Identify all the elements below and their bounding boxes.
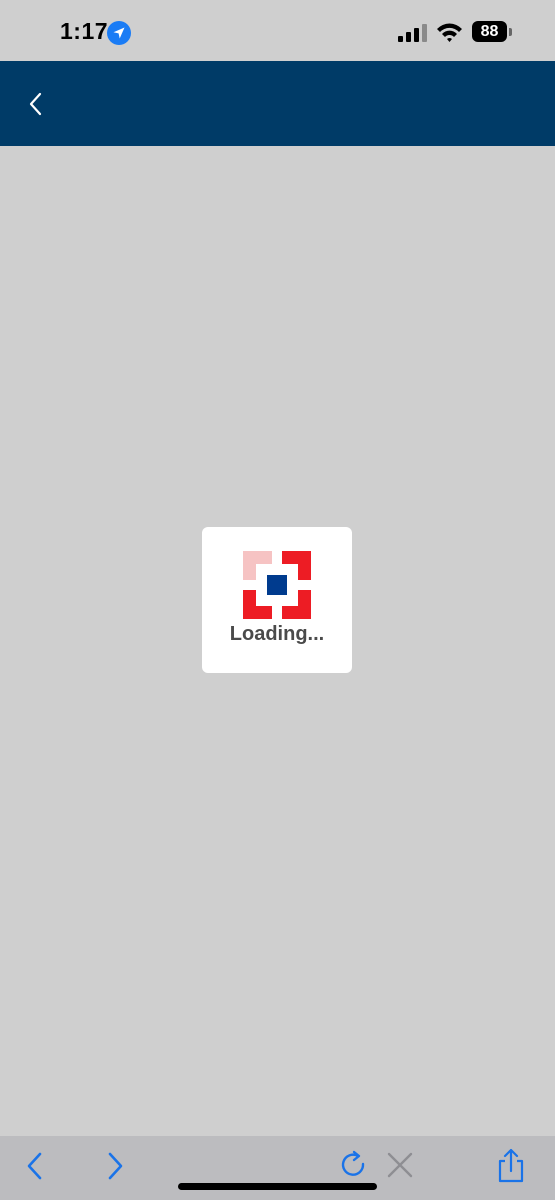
- status-time: 1:17: [60, 18, 109, 44]
- app-header: [0, 61, 555, 146]
- chevron-left-icon[interactable]: [24, 89, 48, 119]
- location-arrow-icon: [107, 21, 131, 45]
- cellular-signal-icon: [398, 24, 427, 42]
- share-icon: [498, 1148, 524, 1183]
- forward-button[interactable]: [96, 1148, 136, 1184]
- share-button[interactable]: [491, 1148, 531, 1184]
- browser-toolbar: [0, 1136, 555, 1200]
- battery-cap: [509, 28, 512, 36]
- battery-level: 88: [472, 21, 507, 42]
- bank-logo-icon: [243, 551, 311, 619]
- wifi-icon: [437, 23, 462, 42]
- loading-dialog: Loading...: [202, 527, 352, 673]
- stop-button[interactable]: [380, 1148, 420, 1184]
- battery-icon: 88: [472, 21, 515, 44]
- reload-icon: [341, 1150, 365, 1176]
- back-chevron-icon: [27, 1152, 42, 1180]
- home-indicator: [178, 1183, 377, 1190]
- status-bar: 1:17 88: [0, 0, 555, 61]
- reload-button[interactable]: [334, 1148, 374, 1184]
- back-button[interactable]: [14, 1148, 54, 1184]
- stop-icon: [387, 1152, 413, 1178]
- loading-text: Loading...: [229, 623, 325, 645]
- forward-chevron-icon: [108, 1152, 123, 1180]
